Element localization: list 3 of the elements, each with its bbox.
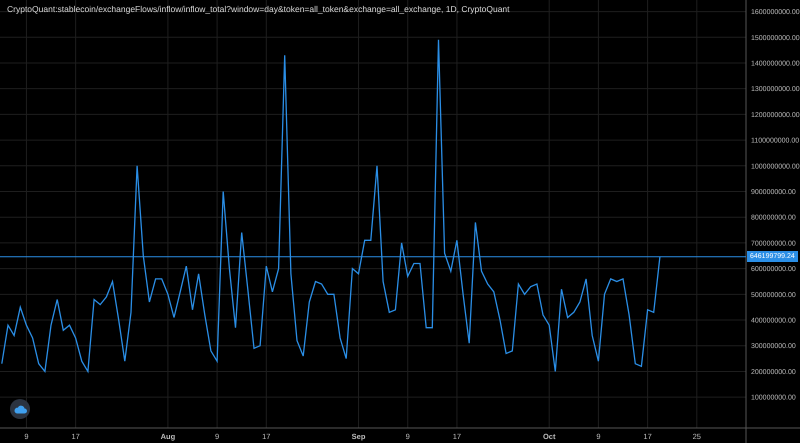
chart-title: CryptoQuant:stablecoin/exchangeFlows/inflow/inflow_total?window=day&token=all_token&exchange=all_exchange, 1D, CryptoQuant: [7, 4, 510, 14]
logo-button[interactable]: [10, 399, 30, 419]
cloud-icon: [14, 404, 26, 414]
